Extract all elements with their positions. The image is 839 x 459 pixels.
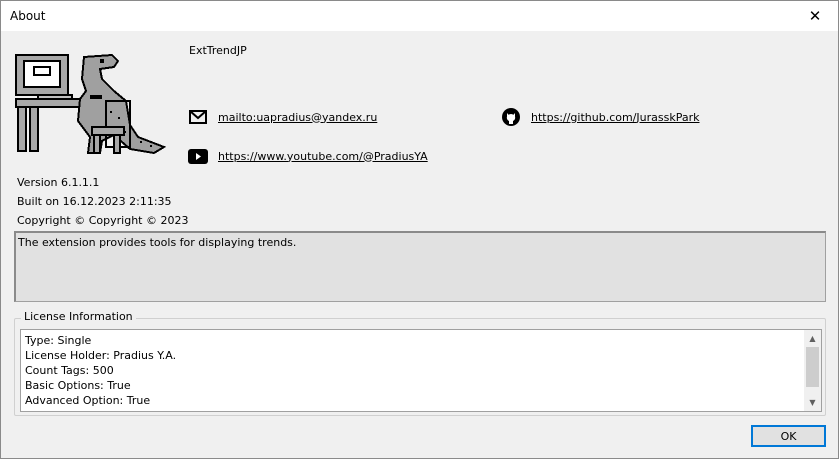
github-icon (501, 107, 521, 127)
license-groupbox: License Information Type: Single License… (14, 310, 826, 416)
envelope-icon (188, 107, 208, 127)
dinosaur-logo (15, 53, 167, 155)
scroll-up-icon[interactable]: ▲ (804, 330, 821, 347)
description-textbox[interactable]: The extension provides tools for display… (14, 231, 826, 302)
window-title: About (10, 9, 46, 23)
app-name: ExtTrendJP (189, 44, 247, 57)
close-button[interactable]: ✕ (792, 1, 838, 31)
license-scrollbar[interactable]: ▲ ▼ (804, 330, 821, 411)
youtube-link[interactable]: https://www.youtube.com/@PradiusYA (218, 150, 428, 163)
license-line-holder: License Holder: Pradius Y.A. (25, 349, 177, 362)
description-text: The extension provides tools for display… (18, 236, 297, 249)
scroll-down-icon[interactable]: ▼ (804, 394, 821, 411)
github-link-row: https://github.com/JurasskPark (501, 107, 700, 127)
license-info-textbox[interactable]: Type: Single License Holder: Pradius Y.A… (20, 329, 822, 412)
github-link[interactable]: https://github.com/JurasskPark (531, 111, 700, 124)
title-bar: About ✕ (1, 1, 838, 31)
license-lines: Type: Single License Holder: Pradius Y.A… (25, 333, 176, 408)
youtube-icon (188, 146, 208, 166)
license-group-title: License Information (21, 310, 136, 323)
license-line-type: Type: Single (25, 334, 92, 347)
copyright-label: Copyright © Copyright © 2023 (17, 214, 189, 227)
email-link[interactable]: mailto:uapradius@yandex.ru (218, 111, 377, 124)
license-line-count-tags: Count Tags: 500 (25, 364, 114, 377)
build-date-label: Built on 16.12.2023 2:11:35 (17, 195, 172, 208)
license-line-basic-options: Basic Options: True (25, 379, 131, 392)
email-link-row: mailto:uapradius@yandex.ru (188, 107, 377, 127)
youtube-link-row: https://www.youtube.com/@PradiusYA (188, 146, 428, 166)
license-line-advanced-option: Advanced Option: True (25, 394, 151, 407)
scroll-thumb[interactable] (806, 347, 819, 387)
ok-button[interactable]: OK (751, 425, 826, 447)
about-dialog: About ✕ ExtTrendJP mailto:uapradius@yand… (0, 0, 839, 459)
version-label: Version 6.1.1.1 (17, 176, 100, 189)
